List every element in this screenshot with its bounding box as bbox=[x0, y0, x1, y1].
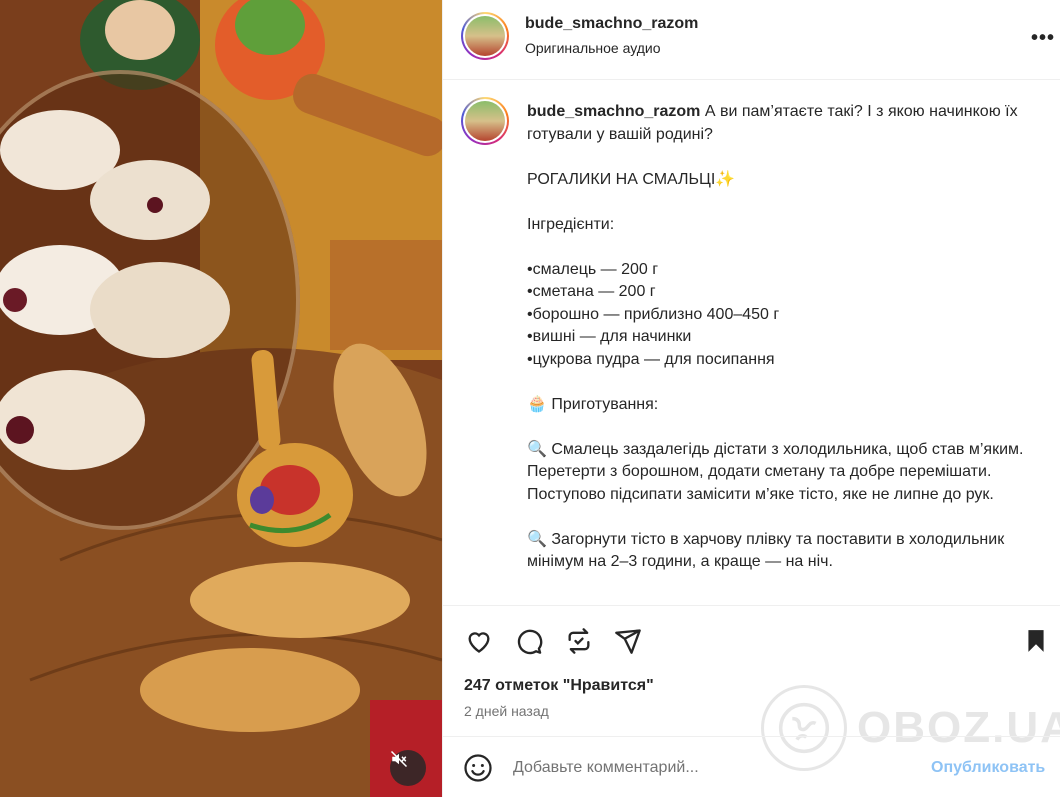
caption: bude_smachno_razom А ви пам’ятаєте такі?… bbox=[527, 101, 1037, 574]
speaker-muted-icon bbox=[390, 750, 408, 768]
caption-text: А ви пам’ятаєте такі? І з якою начинкою … bbox=[527, 103, 1024, 570]
comment-bar: Опубликовать bbox=[443, 736, 1060, 797]
emoji-icon[interactable] bbox=[463, 753, 493, 783]
likes-count[interactable]: 247 отметок "Нравится" bbox=[464, 677, 654, 695]
post-panel: bude_smachno_razom Оригинальное аудио ••… bbox=[442, 0, 1060, 797]
post-comment-button[interactable]: Опубликовать bbox=[931, 759, 1045, 777]
avatar[interactable] bbox=[461, 12, 509, 60]
bookmark-icon[interactable] bbox=[1019, 624, 1053, 658]
more-options-icon[interactable]: ••• bbox=[1031, 27, 1055, 50]
post-media[interactable] bbox=[0, 0, 442, 797]
post-date[interactable]: 2 дней назад bbox=[464, 703, 549, 719]
repost-icon[interactable] bbox=[562, 624, 596, 658]
comment-icon[interactable] bbox=[512, 624, 546, 658]
mute-button[interactable] bbox=[390, 750, 426, 786]
post-username[interactable]: bude_smachno_razom bbox=[525, 15, 698, 33]
caption-username[interactable]: bude_smachno_razom bbox=[527, 103, 700, 120]
audio-label[interactable]: Оригинальное аудио bbox=[525, 40, 661, 56]
food-photo bbox=[0, 0, 442, 797]
comment-input[interactable] bbox=[513, 755, 913, 781]
post-header: bude_smachno_razom Оригинальное аудио ••… bbox=[443, 0, 1060, 80]
caption-section: bude_smachno_razom А ви пам’ятаєте такі?… bbox=[443, 81, 1060, 605]
share-icon[interactable] bbox=[611, 624, 645, 658]
heart-icon[interactable] bbox=[462, 624, 496, 658]
caption-avatar[interactable] bbox=[461, 97, 509, 145]
